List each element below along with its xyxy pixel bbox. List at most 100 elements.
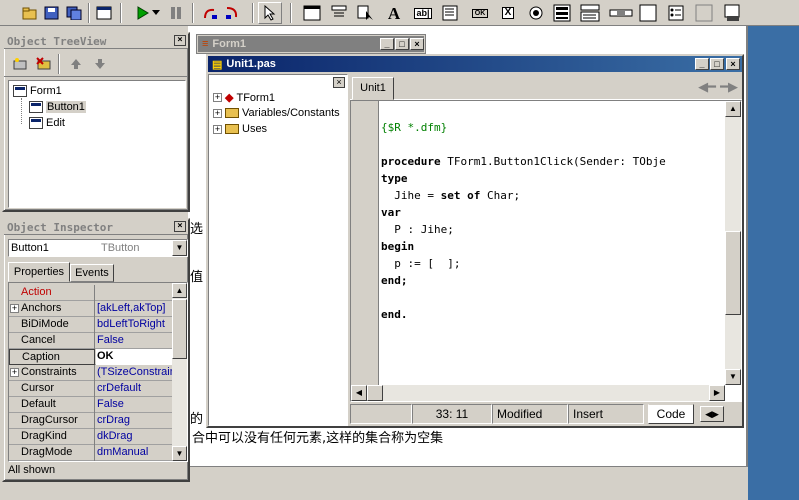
toggle-form-icon[interactable]	[94, 3, 114, 23]
new-item-icon[interactable]	[10, 54, 30, 74]
pause-icon[interactable]	[166, 3, 186, 23]
object-selector[interactable]: Button1 TButton ▼	[8, 239, 188, 257]
form1-window[interactable]: ≡ Form1 _ □ ×	[196, 34, 426, 54]
editor-vscroll[interactable]: ▲ ▼	[725, 101, 741, 385]
pointer-icon[interactable]	[258, 2, 282, 24]
code-area[interactable]: {$R *.dfm} procedure TForm1.Button1Click(…	[350, 100, 742, 402]
save-all-icon[interactable]	[64, 3, 84, 23]
property-value[interactable]	[96, 285, 173, 301]
frame-icon[interactable]	[302, 3, 322, 23]
property-row[interactable]: Caption OK	[9, 349, 173, 365]
code-editor-window[interactable]: ▤ Unit1.pas _ □ × × + ◆ TForm1 + Variables/…	[206, 54, 744, 428]
scroll-thumb[interactable]	[725, 231, 741, 315]
open-icon[interactable]	[20, 3, 40, 23]
maximize-icon[interactable]: □	[395, 38, 409, 50]
property-value[interactable]: (TSizeConstraint	[96, 365, 173, 381]
edit-icon[interactable]: ab|	[412, 3, 434, 23]
property-row[interactable]: DragMode dmManual	[9, 445, 173, 461]
mainmenu-icon[interactable]	[330, 3, 350, 23]
tree-item[interactable]: Form1	[13, 85, 62, 97]
code-text: {$R *.dfm}	[381, 121, 448, 134]
property-row[interactable]: Default False	[9, 397, 173, 413]
scroll-up-icon[interactable]: ▲	[725, 101, 741, 117]
form1-titlebar[interactable]: ≡ Form1 _ □ ×	[198, 36, 424, 52]
property-value[interactable]: crDefault	[96, 381, 173, 397]
checkbox-icon[interactable]: X	[498, 3, 518, 23]
trace-into-icon[interactable]	[222, 3, 242, 23]
run-icon[interactable]	[132, 3, 152, 23]
tab-unit1[interactable]: Unit1	[352, 77, 394, 100]
treeview-list[interactable]: Form1 Button1 Edit	[8, 80, 186, 208]
property-row[interactable]: DragKind dkDrag	[9, 429, 173, 445]
property-row[interactable]: BiDiMode bdLeftToRight	[9, 317, 173, 333]
forward-arrow-icon[interactable]: ━▶	[720, 79, 738, 95]
listbox-icon[interactable]	[552, 3, 572, 23]
property-value[interactable]: False	[96, 333, 173, 349]
property-name: Caption	[9, 349, 95, 365]
property-value[interactable]: bdLeftToRight	[96, 317, 173, 333]
close-icon[interactable]: ×	[726, 58, 740, 70]
close-icon[interactable]: ×	[333, 77, 345, 88]
actionlist-icon[interactable]	[722, 3, 742, 23]
property-grid[interactable]: Action Anchors [akLeft,akTop] + BiDiMode bdLe…	[8, 282, 188, 462]
code-explorer[interactable]: × + ◆ TForm1 + Variables/Constants + Uses	[208, 74, 348, 426]
minimize-icon[interactable]: _	[380, 38, 394, 50]
property-row[interactable]: DragCursor crDrag	[9, 413, 173, 429]
view-toggle-icon[interactable]: ◀▶	[700, 406, 724, 422]
scroll-up-icon[interactable]: ▲	[172, 283, 187, 298]
explorer-item[interactable]: + Uses	[213, 123, 267, 135]
delete-item-icon[interactable]	[34, 54, 54, 74]
scroll-left-icon[interactable]: ◀	[351, 385, 367, 401]
radiobutton-icon[interactable]	[526, 3, 546, 23]
expand-icon[interactable]: +	[10, 304, 19, 313]
close-icon[interactable]: ×	[174, 35, 186, 46]
scrollbar-icon[interactable]	[608, 3, 634, 23]
explorer-item[interactable]: + ◆ TForm1	[213, 91, 275, 104]
label-icon[interactable]: A	[384, 3, 404, 23]
dropdown-icon[interactable]	[150, 3, 162, 23]
close-icon[interactable]: ×	[410, 38, 424, 50]
property-row[interactable]: Cancel False	[9, 333, 173, 349]
inspector-scrollbar[interactable]: ▲ ▼	[172, 283, 187, 461]
chevron-down-icon[interactable]: ▼	[172, 240, 187, 256]
scroll-right-icon[interactable]: ▶	[709, 385, 725, 401]
save-icon[interactable]	[42, 3, 62, 23]
scroll-thumb[interactable]	[172, 299, 187, 359]
tree-item[interactable]: Button1	[29, 101, 86, 113]
property-row[interactable]: Action	[9, 285, 173, 301]
move-down-icon[interactable]	[90, 54, 110, 74]
editor-titlebar[interactable]: ▤ Unit1.pas _ □ ×	[208, 56, 742, 72]
scroll-down-icon[interactable]: ▼	[725, 369, 741, 385]
property-value[interactable]: dmManual	[96, 445, 173, 461]
scroll-thumb[interactable]	[367, 385, 383, 401]
tree-item[interactable]: Edit	[29, 117, 65, 129]
scroll-down-icon[interactable]: ▼	[172, 446, 187, 461]
property-value[interactable]: OK	[96, 349, 173, 365]
button-icon[interactable]: OK	[468, 3, 492, 23]
property-value[interactable]: [akLeft,akTop]	[96, 301, 173, 317]
tab-properties[interactable]: Properties	[8, 262, 70, 282]
editor-hscroll[interactable]: ◀ ▶	[351, 385, 725, 401]
back-arrow-icon[interactable]: ◀━	[698, 79, 716, 95]
expand-icon[interactable]: +	[10, 368, 19, 377]
property-row[interactable]: Cursor crDefault	[9, 381, 173, 397]
radiogroup-icon[interactable]	[666, 3, 686, 23]
property-value[interactable]: dkDrag	[96, 429, 173, 445]
panel-icon[interactable]	[694, 3, 714, 23]
move-up-icon[interactable]	[66, 54, 86, 74]
step-over-icon[interactable]	[200, 3, 220, 23]
memo-icon[interactable]	[440, 3, 460, 23]
property-row[interactable]: Constraints (TSizeConstraint +	[9, 365, 173, 381]
maximize-icon[interactable]: □	[710, 58, 724, 70]
tab-code[interactable]: Code	[648, 404, 694, 424]
groupbox-icon[interactable]	[638, 3, 658, 23]
property-value[interactable]: crDrag	[96, 413, 173, 429]
property-value[interactable]: False	[96, 397, 173, 413]
property-row[interactable]: Anchors [akLeft,akTop] +	[9, 301, 173, 317]
explorer-item[interactable]: + Variables/Constants	[213, 107, 340, 119]
tab-events[interactable]: Events	[70, 264, 114, 282]
popupmenu-icon[interactable]	[356, 3, 376, 23]
combobox-icon[interactable]	[580, 3, 600, 23]
close-icon[interactable]: ×	[174, 221, 186, 232]
minimize-icon[interactable]: _	[695, 58, 709, 70]
